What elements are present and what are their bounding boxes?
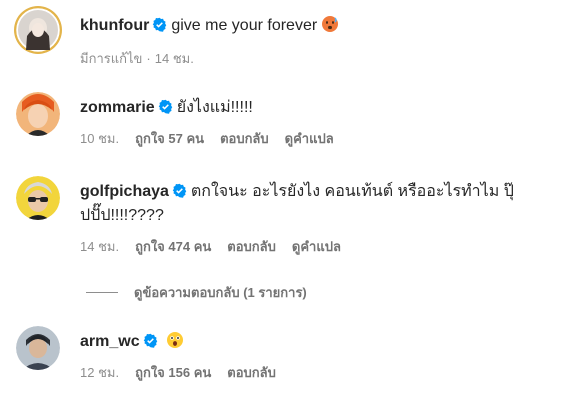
comment-username[interactable]: golfpichaya	[80, 183, 169, 200]
view-replies-label: ดูข้อความตอบกลับ (1 รายการ)	[134, 285, 307, 300]
avatar-image	[16, 176, 60, 220]
likes-count-button[interactable]: ถูกใจ 474 คน	[135, 239, 211, 254]
caption-text: give me your forever	[171, 17, 318, 34]
verified-badge-icon	[143, 333, 158, 348]
comment-time[interactable]: 12 ชม.	[80, 365, 119, 380]
verified-badge-icon	[152, 17, 167, 32]
avatar-arm-wc[interactable]	[16, 326, 60, 370]
comment-text-line-1: ตกใจนะ อะไรยังไง คอนเท้นต์ หรืออะไรทำไม …	[190, 183, 514, 200]
caption-edited-label: มีการแก้ไข	[80, 51, 143, 66]
verified-badge-icon	[172, 183, 187, 198]
reply-button[interactable]: ตอบกลับ	[227, 239, 276, 254]
likes-count-button[interactable]: ถูกใจ 156 คน	[135, 365, 211, 380]
hot-face-emoji-icon	[321, 15, 339, 33]
astonished-face-emoji-icon	[166, 331, 184, 349]
comment-time[interactable]: 10 ชม.	[80, 131, 119, 146]
replies-divider	[86, 292, 118, 293]
avatar-golfpichaya[interactable]	[16, 176, 60, 220]
verified-badge-icon	[158, 99, 173, 114]
comment-text-line-2: ปปั๊ป!!!!????	[80, 207, 164, 224]
translate-button[interactable]: ดูคำแปล	[292, 239, 341, 254]
caption-time[interactable]: 14 ชม.	[155, 51, 194, 66]
avatar-image	[16, 92, 60, 136]
comment-username[interactable]: arm_wc	[80, 333, 140, 350]
view-replies-button[interactable]: ดูข้อความตอบกลับ (1 รายการ)	[86, 282, 307, 303]
avatar-image	[14, 6, 62, 54]
translate-button[interactable]: ดูคำแปล	[285, 131, 334, 146]
caption-username[interactable]: khunfour	[80, 17, 149, 34]
comment-time[interactable]: 14 ชม.	[80, 239, 119, 254]
reply-button[interactable]: ตอบกลับ	[220, 131, 269, 146]
comment-username[interactable]: zommarie	[80, 99, 155, 116]
avatar-image	[16, 326, 60, 370]
avatar-khunfour[interactable]	[14, 6, 62, 54]
meta-separator: ·	[146, 51, 151, 66]
reply-button[interactable]: ตอบกลับ	[227, 365, 276, 380]
avatar-zommarie[interactable]	[16, 92, 60, 136]
comment-text: ยังไงแม่!!!!!	[176, 99, 253, 116]
likes-count-button[interactable]: ถูกใจ 57 คน	[135, 131, 204, 146]
